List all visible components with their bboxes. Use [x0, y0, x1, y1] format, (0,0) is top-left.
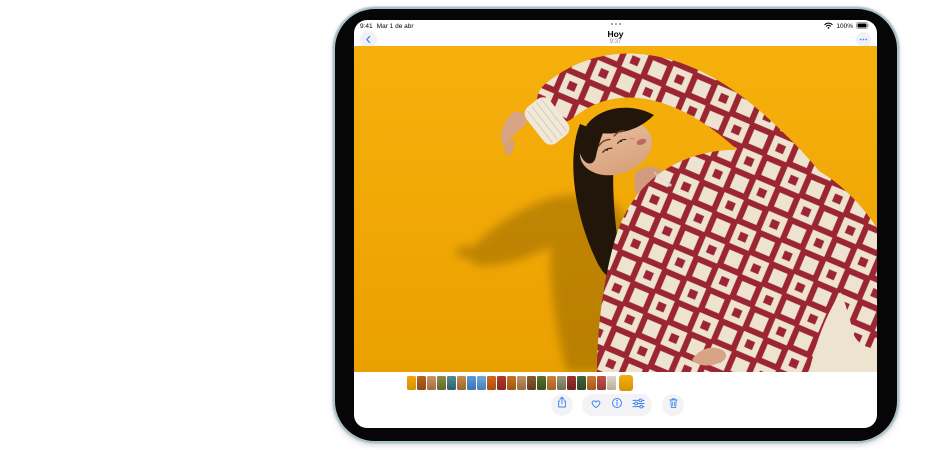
filmstrip-selected-thumbnail[interactable] — [619, 375, 633, 391]
filmstrip-thumbnail[interactable] — [597, 376, 606, 390]
photo-image — [354, 46, 877, 372]
info-button[interactable] — [609, 397, 625, 413]
title-block: Hoy 9:37 — [607, 29, 623, 46]
filmstrip-thumbnail[interactable] — [567, 376, 576, 390]
info-icon — [611, 396, 623, 414]
more-button[interactable] — [856, 32, 871, 47]
filmstrip-thumbnail[interactable] — [427, 376, 436, 390]
filmstrip-thumbnail[interactable] — [577, 376, 586, 390]
battery-percent: 100% — [836, 23, 853, 30]
trash-icon — [668, 396, 679, 414]
sliders-icon — [632, 396, 645, 414]
wifi-icon — [824, 22, 833, 31]
filmstrip-thumbnail[interactable] — [477, 376, 486, 390]
delete-button[interactable] — [662, 394, 684, 416]
share-icon — [556, 396, 568, 414]
photo-actions-pill — [582, 394, 652, 416]
screen: 9:41 Mar 1 de abr 100% H — [354, 20, 877, 428]
filmstrip-thumbnail[interactable] — [517, 376, 526, 390]
filmstrip-thumbnail[interactable] — [537, 376, 546, 390]
filmstrip-thumbnail[interactable] — [547, 376, 556, 390]
filmstrip-thumbnail[interactable] — [407, 376, 416, 390]
status-time: 9:41 — [360, 23, 373, 30]
status-date: Mar 1 de abr — [377, 23, 414, 30]
share-button[interactable] — [551, 394, 573, 416]
filmstrip-thumbnail[interactable] — [507, 376, 516, 390]
page-title: Hoy — [607, 29, 623, 39]
status-left: 9:41 Mar 1 de abr — [360, 23, 414, 30]
filmstrip-thumbnail[interactable] — [497, 376, 506, 390]
filmstrip-thumbnail[interactable] — [447, 376, 456, 390]
filmstrip-thumbnail[interactable] — [457, 376, 466, 390]
multitasking-indicator[interactable] — [611, 23, 621, 25]
favorite-button[interactable] — [588, 397, 604, 413]
filmstrip-thumbnail[interactable] — [487, 376, 496, 390]
photo-time-subtitle: 9:37 — [607, 39, 623, 46]
heart-icon — [590, 396, 602, 414]
adjust-button[interactable] — [631, 397, 647, 413]
filmstrip-thumbnail[interactable] — [437, 376, 446, 390]
photo-viewer[interactable] — [354, 46, 877, 372]
ipad-device-frame: 9:41 Mar 1 de abr 100% H — [333, 7, 899, 443]
filmstrip-thumbnail[interactable] — [467, 376, 476, 390]
filmstrip-thumbnail[interactable] — [527, 376, 536, 390]
filmstrip[interactable] — [407, 376, 616, 390]
filmstrip-thumbnail[interactable] — [417, 376, 426, 390]
filmstrip-thumbnail[interactable] — [607, 376, 616, 390]
filmstrip-thumbnail[interactable] — [587, 376, 596, 390]
filmstrip-thumbnail[interactable] — [557, 376, 566, 390]
